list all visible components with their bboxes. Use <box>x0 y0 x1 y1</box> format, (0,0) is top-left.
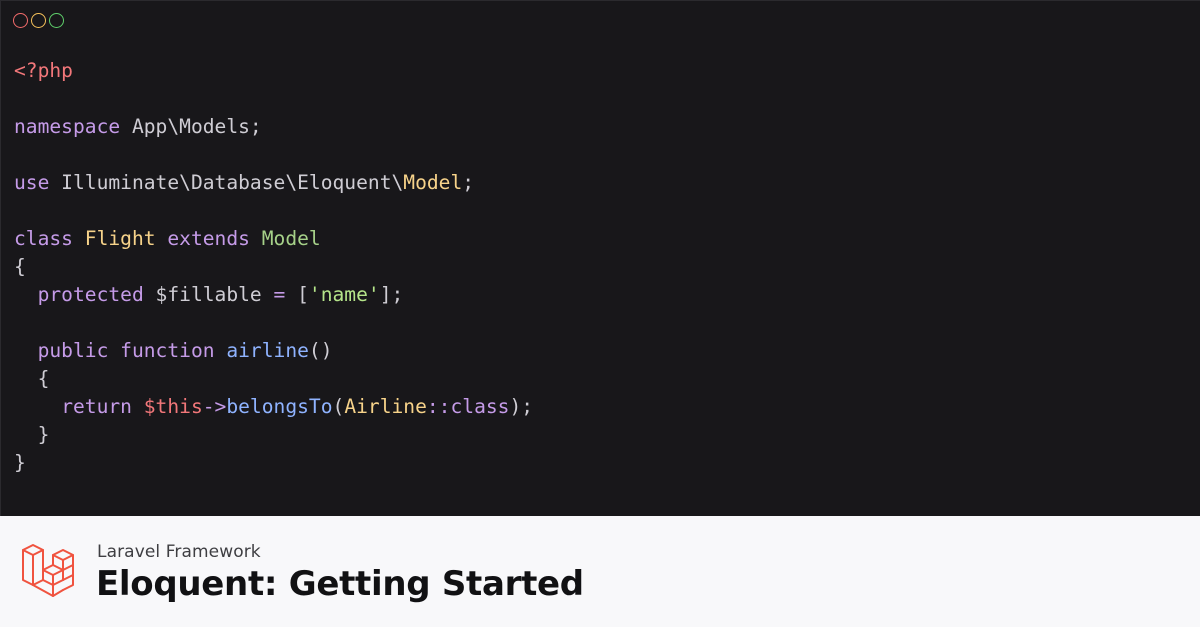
framework-subtitle: Laravel Framework <box>97 542 261 562</box>
code-token: = <box>273 283 286 306</box>
code-token: ]; <box>379 283 404 306</box>
code-token: namespace <box>14 115 121 138</box>
code-token: public <box>37 339 109 362</box>
code-token: <?php <box>14 59 73 82</box>
code-token: return <box>61 395 132 418</box>
code-line: class Flight extends Model <box>14 225 533 253</box>
code-token: -> <box>202 395 227 418</box>
code-line: { <box>14 253 533 281</box>
page-title: Eloquent: Getting Started <box>96 564 584 604</box>
code-token: $fillable <box>143 283 274 306</box>
code-token: { <box>14 255 26 278</box>
code-token: class <box>14 227 73 250</box>
code-line: return $this->belongsTo(Airline::class); <box>14 393 533 421</box>
code-token: ); <box>509 395 534 418</box>
code-token: Model <box>403 171 463 194</box>
code-line: namespace App\Models; <box>14 113 533 141</box>
code-token: { <box>14 367 50 390</box>
code-token: use <box>14 171 50 194</box>
code-token: [ <box>285 283 309 306</box>
code-line: <?php <box>14 57 533 85</box>
code-line: use Illuminate\Database\Eloquent\Model; <box>14 169 533 197</box>
code-token: $this <box>143 395 203 418</box>
close-dot-icon[interactable] <box>13 13 28 28</box>
code-block: <?php namespace App\Models; use Illumina… <box>14 57 533 477</box>
code-token: } <box>14 451 26 474</box>
code-token: () <box>308 339 333 362</box>
code-token: function <box>120 339 215 362</box>
code-line: } <box>14 421 533 449</box>
code-panel: <?php namespace App\Models; use Illumina… <box>0 0 1200 516</box>
canvas: <?php namespace App\Models; use Illumina… <box>0 0 1200 627</box>
code-token: extends <box>167 227 250 250</box>
code-token: airline <box>226 339 309 362</box>
code-token: 'name' <box>308 283 380 306</box>
code-token: :: <box>426 395 451 418</box>
code-token: protected <box>37 283 144 306</box>
code-token: Flight <box>84 227 156 250</box>
code-line: public function airline() <box>14 337 533 365</box>
footer-banner: Laravel Framework Eloquent: Getting Star… <box>0 516 1200 627</box>
code-token: belongsTo <box>226 395 333 418</box>
code-token: } <box>14 423 50 446</box>
window-controls <box>13 13 64 28</box>
laravel-logo-icon <box>22 544 74 597</box>
code-token: Model <box>261 227 321 250</box>
minimize-dot-icon[interactable] <box>31 13 46 28</box>
code-token: class <box>450 395 510 418</box>
maximize-dot-icon[interactable] <box>49 13 64 28</box>
code-token: Illuminate\Database\Eloquent\ <box>49 171 404 194</box>
code-token: Airline <box>344 395 427 418</box>
code-line: } <box>14 449 533 477</box>
code-token: ( <box>332 395 345 418</box>
code-token: ; <box>462 171 475 194</box>
code-token: App\Models; <box>120 115 262 138</box>
code-line: protected $fillable = ['name']; <box>14 281 533 309</box>
code-line: { <box>14 365 533 393</box>
